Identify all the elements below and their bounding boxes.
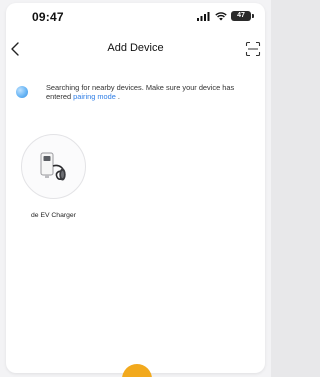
- device-icon-circle: [21, 134, 86, 199]
- status-bar: 09:47 47: [6, 3, 265, 31]
- device-item[interactable]: de EV Charger: [21, 134, 89, 224]
- wifi-icon: [215, 11, 227, 21]
- search-instructions: Searching for nearby devices. Make sure …: [46, 83, 261, 102]
- scan-icon[interactable]: [245, 41, 261, 57]
- searching-radar-icon: [16, 86, 28, 98]
- battery-level: 47: [237, 12, 245, 19]
- battery-icon: 47: [231, 11, 254, 21]
- ev-charger-icon: [35, 148, 73, 186]
- status-icons: 47: [197, 11, 254, 21]
- page-title: Add Device: [107, 42, 164, 54]
- add-device-sheet: 09:47 47 Add Device Searching for nearby…: [6, 3, 265, 373]
- nav-bar: Add Device: [6, 37, 265, 61]
- search-status: Searching for nearby devices. Make sure …: [16, 83, 256, 107]
- signal-bars-icon: [197, 11, 211, 21]
- status-time: 09:47: [32, 10, 64, 24]
- device-name: de EV Charger: [31, 212, 76, 219]
- pairing-mode-link[interactable]: pairing mode: [73, 92, 116, 101]
- search-message-end: .: [115, 92, 120, 102]
- phone-screen: 09:47 47 Add Device Searching for nearby…: [0, 0, 271, 377]
